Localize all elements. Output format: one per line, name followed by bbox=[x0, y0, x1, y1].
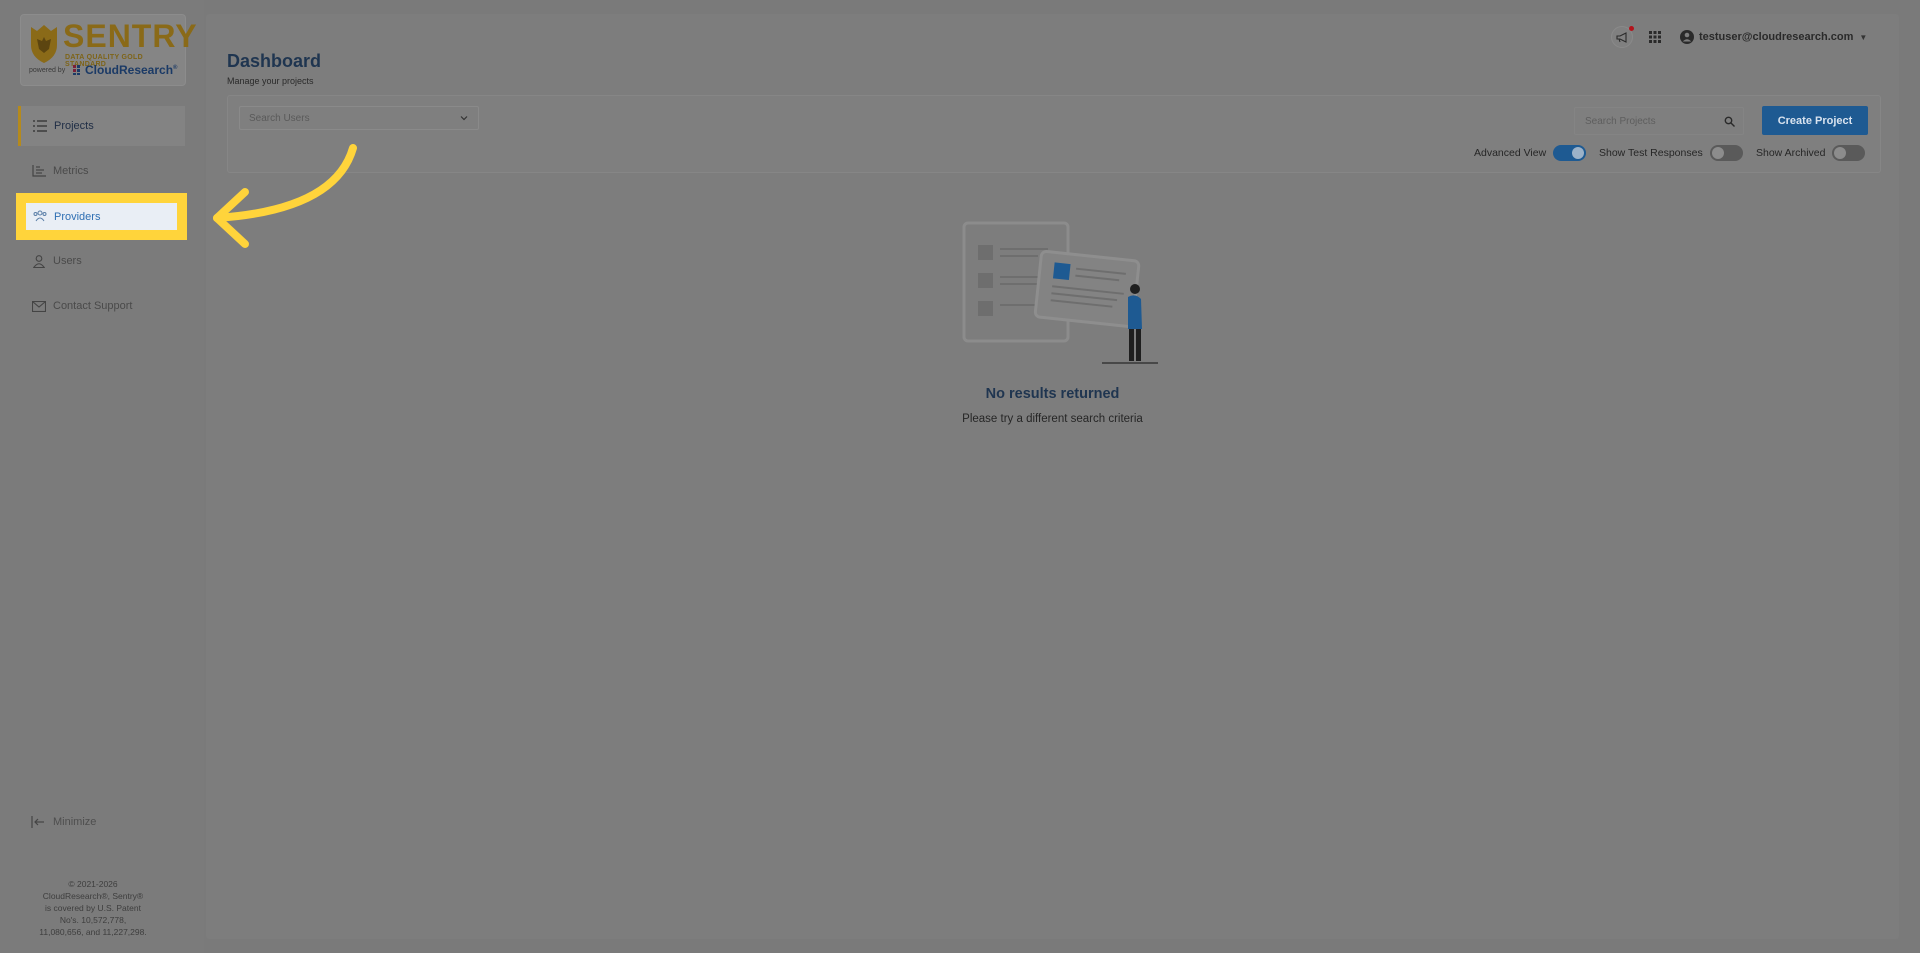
empty-state-title: No results returned bbox=[985, 386, 1120, 402]
shield-logo-icon bbox=[31, 25, 57, 63]
list-icon bbox=[33, 119, 47, 133]
show-test-responses-toggle[interactable] bbox=[1709, 145, 1743, 161]
empty-state-illustration bbox=[962, 221, 1158, 364]
megaphone-icon bbox=[1616, 31, 1627, 43]
pointer-arrow-icon bbox=[213, 144, 357, 248]
toggle-label: Advanced View bbox=[1474, 147, 1547, 159]
filter-card: Search Users Search Projects Create Proj… bbox=[227, 95, 1881, 173]
advanced-view-toggle[interactable] bbox=[1553, 145, 1587, 161]
footer-line: CloudResearch®, Sentry® bbox=[42, 891, 144, 901]
toggle-label: Show Archived bbox=[1756, 147, 1826, 159]
user-menu[interactable]: testuser@cloudresearch.com ▼ bbox=[1680, 28, 1867, 46]
empty-state-subtitle: Please try a different search criteria bbox=[962, 413, 1143, 425]
advanced-view-toggle-row: Advanced View bbox=[1474, 145, 1587, 161]
sidebar-item-label: Contact Support bbox=[53, 300, 133, 312]
brand-name: CloudResearch bbox=[85, 63, 174, 77]
apps-grid-button[interactable] bbox=[1646, 28, 1664, 46]
providers-highlight: Providers bbox=[16, 193, 187, 240]
toggle-knob bbox=[1572, 147, 1585, 159]
notification-dot bbox=[1629, 26, 1634, 31]
account-circle-icon bbox=[1680, 30, 1694, 44]
announcements-button[interactable] bbox=[1611, 26, 1634, 48]
toggle-label: Show Test Responses bbox=[1599, 147, 1703, 159]
sidebar-item-projects[interactable]: Projects bbox=[18, 106, 185, 146]
footer-line: © 2021-2026 bbox=[68, 879, 118, 889]
sidebar-item-label: Metrics bbox=[53, 165, 89, 177]
caret-down-icon: ▼ bbox=[1859, 32, 1868, 42]
apps-grid-icon bbox=[1649, 31, 1661, 43]
sidebar-item-metrics[interactable]: Metrics bbox=[18, 151, 185, 191]
footer-line: is covered by U.S. Patent bbox=[45, 903, 141, 913]
sentry-logo[interactable]: SENTRY DATA QUALITY GOLD STANDARD powere… bbox=[20, 14, 197, 86]
people-group-icon bbox=[33, 210, 47, 224]
sidebar: SENTRY DATA QUALITY GOLD STANDARD powere… bbox=[0, 0, 204, 953]
sidebar-item-label: Users bbox=[53, 255, 82, 267]
chevron-down-icon bbox=[458, 112, 470, 124]
logo-wordmark: SENTRY bbox=[63, 18, 198, 54]
user-email: testuser@cloudresearch.com bbox=[1699, 31, 1854, 43]
search-users-select[interactable]: Search Users bbox=[239, 106, 479, 130]
brand-registered-mark: ® bbox=[173, 65, 178, 71]
minimize-button[interactable]: Minimize bbox=[31, 816, 96, 828]
sidebar-item-providers-highlighted[interactable]: Providers bbox=[26, 203, 177, 230]
main-panel: Dashboard Manage your projects testuser@… bbox=[206, 14, 1899, 939]
sidebar-item-label: Projects bbox=[54, 120, 94, 132]
footer-line: No's. 10,572,778, bbox=[59, 915, 127, 925]
footer-line: 11,080,656, and 11,227,298. bbox=[39, 927, 147, 937]
collapse-left-icon bbox=[31, 816, 45, 828]
search-projects-input[interactable]: Search Projects bbox=[1574, 107, 1744, 135]
search-users-placeholder: Search Users bbox=[249, 112, 310, 124]
toggle-knob bbox=[1711, 147, 1724, 159]
create-project-button[interactable]: Create Project bbox=[1762, 106, 1868, 135]
search-icon[interactable] bbox=[1724, 116, 1735, 127]
minimize-label: Minimize bbox=[53, 816, 97, 828]
sidebar-footer: © 2021-2026 CloudResearch®, Sentry® is c… bbox=[22, 878, 164, 938]
show-test-responses-toggle-row: Show Test Responses bbox=[1599, 145, 1743, 161]
bar-chart-icon bbox=[32, 164, 46, 178]
page-title: Dashboard bbox=[227, 51, 322, 71]
logo-powered-by: powered by bbox=[29, 67, 66, 74]
cloudresearch-brand: CloudResearch® bbox=[73, 63, 177, 77]
toggle-knob bbox=[1834, 147, 1847, 159]
sidebar-item-contact-support[interactable]: Contact Support bbox=[18, 286, 185, 326]
cloudresearch-grid-icon bbox=[73, 65, 83, 75]
search-projects-placeholder: Search Projects bbox=[1585, 115, 1656, 127]
show-archived-toggle-row: Show Archived bbox=[1756, 145, 1866, 161]
page-subtitle: Manage your projects bbox=[227, 76, 314, 86]
mail-icon bbox=[32, 299, 46, 313]
sidebar-item-label: Providers bbox=[54, 210, 101, 223]
show-archived-toggle[interactable] bbox=[1832, 145, 1866, 161]
sidebar-item-users[interactable]: Users bbox=[18, 241, 185, 281]
user-icon bbox=[32, 254, 46, 268]
